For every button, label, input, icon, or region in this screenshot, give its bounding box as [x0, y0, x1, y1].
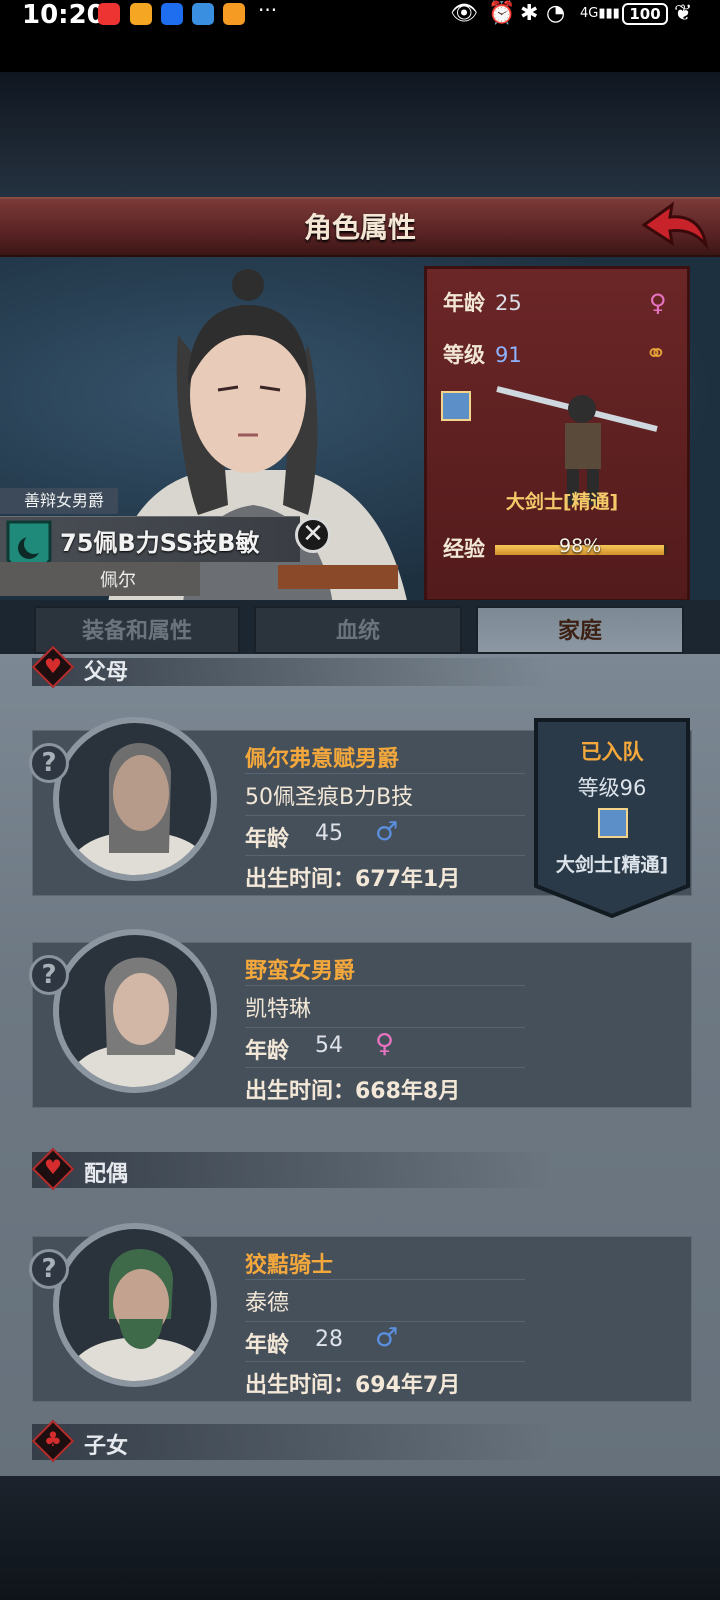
divider — [245, 1027, 525, 1028]
section-children-label: 子女 — [84, 1434, 129, 1459]
greatsword-class-icon — [598, 808, 628, 838]
bulb-app-icon — [161, 3, 183, 25]
divider — [245, 1361, 525, 1362]
header-bar: 角色属性 — [0, 197, 720, 257]
mother-age: 54 — [315, 1033, 343, 1058]
greatsword-class-icon[interactable] — [441, 391, 471, 421]
female-icon: ♀ — [375, 1029, 395, 1059]
spouse-avatar — [53, 1223, 217, 1387]
divider — [245, 815, 525, 816]
huawei-app-icon — [98, 3, 120, 25]
divider — [245, 855, 525, 856]
tab-bloodline[interactable]: 血统 — [254, 606, 462, 654]
age-row: 年龄 25 — [443, 287, 522, 317]
eye-icon: 👁 — [450, 1, 478, 26]
character-summary: 75佩B力SS技B敏 — [60, 529, 260, 557]
stats-banner: 年龄 25 ♀ 等级 91 ⚭ 大剑士[精通] 经验 98% — [424, 266, 690, 602]
level-row: 等级 91 — [443, 339, 522, 369]
age-label: 年龄 — [443, 291, 485, 315]
mother-name: 凯特琳 — [245, 997, 312, 1022]
top-background — [0, 72, 720, 200]
child-icon: ♣ — [44, 1427, 62, 1451]
page-title: 角色属性 — [303, 211, 416, 244]
family-card-mother[interactable]: ? 野蛮女男爵 凯特琳 年龄 54 ♀ 出生时间：668年8月 — [29, 929, 692, 1108]
battery-icon: 100 — [622, 3, 668, 25]
help-icon[interactable]: ? — [29, 955, 69, 995]
help-icon[interactable]: ? — [29, 1249, 69, 1289]
character-title-tag: 善辩女男爵 — [0, 488, 118, 514]
ring-icon[interactable]: ⚭ — [645, 339, 667, 369]
bottom-background — [0, 1476, 720, 1600]
help-icon[interactable]: ? — [29, 743, 69, 783]
spouse-name: 泰德 — [245, 1291, 290, 1316]
exp-label: 经验 — [443, 537, 485, 561]
close-button[interactable]: ✕ — [295, 517, 331, 553]
divider — [245, 1067, 525, 1068]
exp-percent: 98% — [559, 535, 602, 557]
level-value: 91 — [495, 343, 522, 367]
father-title: 佩尔弗意赋男爵 — [245, 747, 400, 772]
team-status: 已入队 — [580, 740, 644, 764]
level-label: 等级 — [443, 343, 485, 367]
father-name: 50佩圣痕B力B技 — [245, 785, 414, 810]
status-bar: 10:20 ··· 👁 ⏰ ✱ ◔ 4G▮▮▮ 100 ❦ — [0, 0, 720, 30]
mother-avatar — [53, 929, 217, 1093]
mother-age-label: 年龄 — [245, 1039, 290, 1064]
divider — [245, 985, 525, 986]
heart-icon: ♥ — [44, 1155, 62, 1179]
male-icon: ♂ — [375, 817, 399, 847]
divider — [245, 1321, 525, 1322]
back-arrow-icon[interactable] — [640, 201, 710, 253]
spouse-title: 狡黠骑士 — [245, 1253, 334, 1278]
divider — [245, 773, 525, 774]
father-age-label: 年龄 — [245, 827, 290, 852]
leaf-icon: ❦ — [674, 1, 693, 26]
section-spouse: ♥ 配偶 — [31, 1147, 552, 1191]
father-avatar — [53, 717, 217, 881]
section-children: ♣ 子女 — [31, 1419, 552, 1463]
section-parents-label: 父母 — [84, 660, 129, 685]
age-value: 25 — [495, 291, 522, 315]
character-name: 佩尔 — [100, 570, 136, 591]
mother-title: 野蛮女男爵 — [245, 959, 356, 984]
play-app-icon — [223, 3, 245, 25]
section-spouse-label: 配偶 — [84, 1162, 129, 1187]
team-level: 等级96 — [577, 776, 647, 800]
team-class: 大剑士[精通] — [555, 854, 669, 876]
clock: 10:20 — [22, 0, 105, 30]
more-notifications-icon: ··· — [258, 0, 278, 22]
father-birth: 出生时间：677年1月 — [245, 867, 461, 892]
notes-app-icon — [130, 3, 152, 25]
family-card-spouse[interactable]: ? 狡黠骑士 泰德 年龄 28 ♂ 出生时间：694年7月 — [29, 1223, 692, 1402]
spouse-age-label: 年龄 — [245, 1333, 290, 1358]
female-icon: ♀ — [649, 289, 667, 317]
signal-icon: 4G▮▮▮ — [580, 6, 620, 21]
father-age: 45 — [315, 821, 343, 846]
spouse-birth: 出生时间：694年7月 — [245, 1373, 461, 1398]
male-icon: ♂ — [375, 1323, 399, 1353]
mother-birth: 出生时间：668年8月 — [245, 1079, 461, 1104]
heart-icon: ♥ — [44, 654, 62, 678]
spouse-age: 28 — [315, 1327, 343, 1352]
bluetooth-icon: ✱ — [520, 1, 539, 26]
divider — [245, 1279, 525, 1280]
tab-family[interactable]: 家庭 — [476, 606, 684, 654]
tab-equipment[interactable]: 装备和属性 — [34, 606, 240, 654]
cube-app-icon — [192, 3, 214, 25]
section-parents: ♥ 父母 — [31, 645, 552, 689]
alarm-icon: ⏰ — [488, 1, 516, 26]
class-label: 大剑士[精通] — [505, 491, 619, 513]
wifi-icon: ◔ — [546, 1, 566, 26]
